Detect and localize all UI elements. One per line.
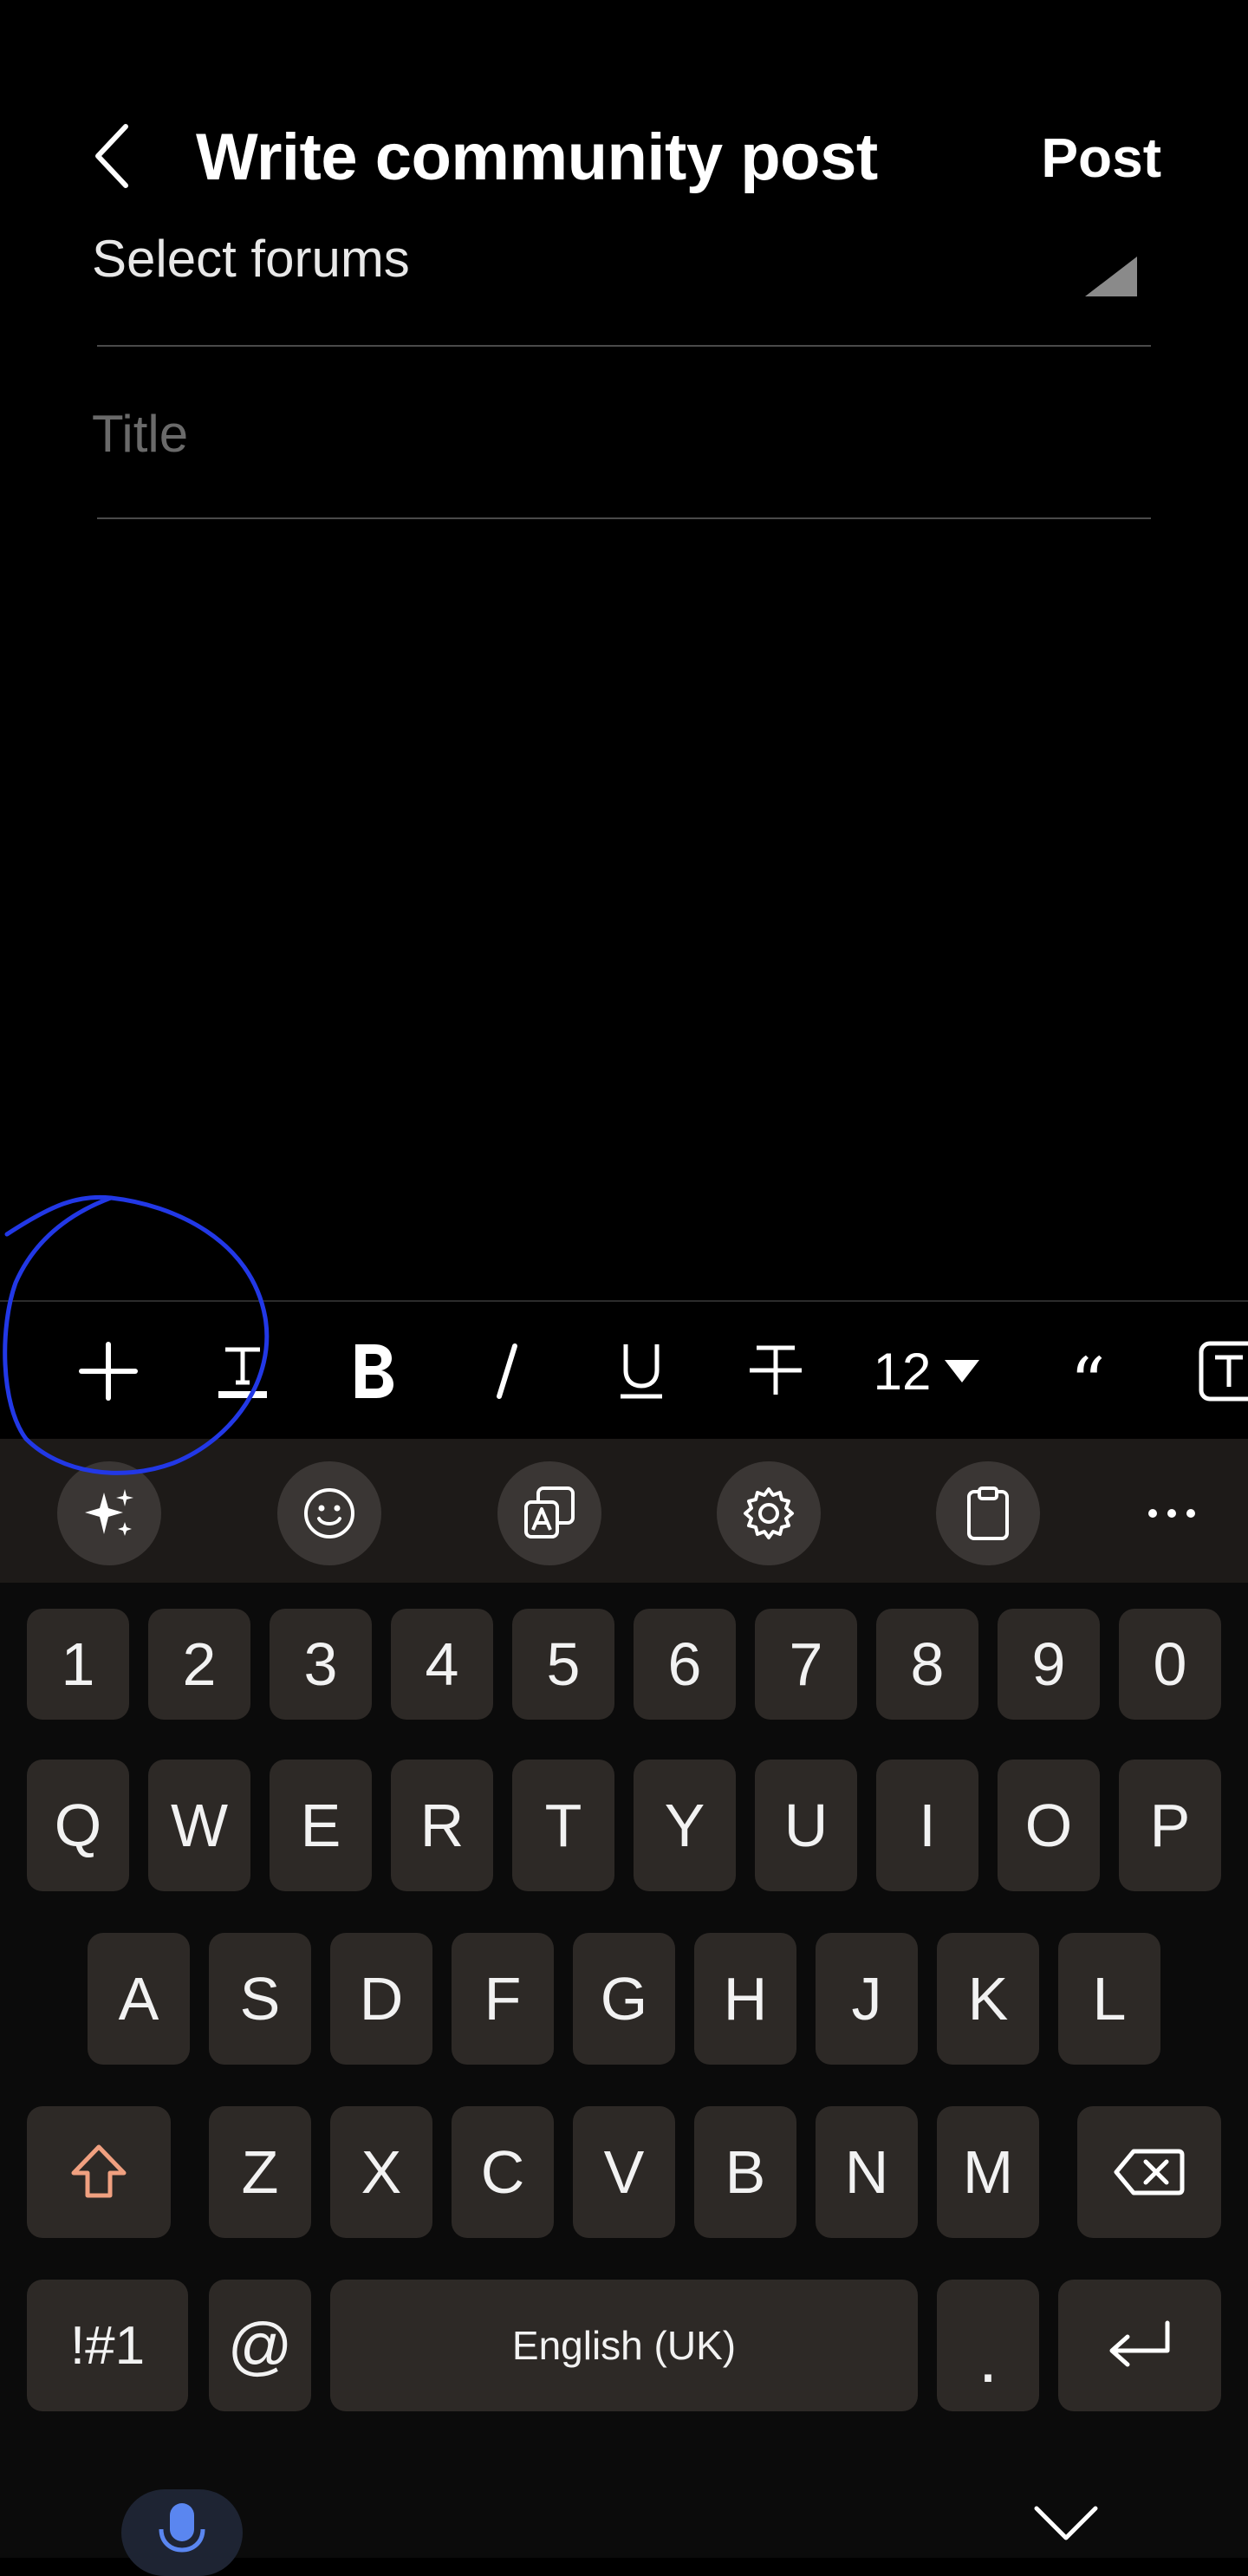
shift-key[interactable]	[27, 2106, 171, 2238]
key-l[interactable]: L	[1058, 1933, 1160, 2065]
period-key[interactable]: .	[937, 2280, 1039, 2411]
key-g[interactable]: G	[573, 1933, 675, 2065]
text-style-button[interactable]	[199, 1302, 286, 1441]
key-h[interactable]: H	[694, 1933, 796, 2065]
key-7[interactable]: 7	[755, 1609, 857, 1720]
key-6[interactable]: 6	[634, 1609, 736, 1720]
key-1[interactable]: 1	[27, 1609, 129, 1720]
key-r[interactable]: R	[391, 1760, 493, 1891]
key-v[interactable]: V	[573, 2106, 675, 2238]
key-m[interactable]: M	[937, 2106, 1039, 2238]
key-f[interactable]: F	[452, 1933, 554, 2065]
post-body-editor[interactable]	[0, 522, 1248, 1300]
translate-button[interactable]	[497, 1461, 601, 1565]
hide-keyboard-button[interactable]	[1031, 2496, 1101, 2548]
voice-input-button[interactable]	[121, 2489, 243, 2576]
at-key[interactable]: @	[209, 2280, 311, 2411]
key-d[interactable]: D	[330, 1933, 432, 2065]
key-w[interactable]: W	[148, 1760, 250, 1891]
more-options-button[interactable]	[1120, 1461, 1224, 1565]
enter-icon	[1109, 2320, 1170, 2367]
format-toolbar: 12 “	[0, 1300, 1248, 1441]
key-2[interactable]: 2	[148, 1609, 250, 1720]
divider	[97, 345, 1151, 347]
key-k[interactable]: K	[937, 1933, 1039, 2065]
underline-icon	[621, 1344, 662, 1399]
bold-button[interactable]	[329, 1302, 416, 1441]
title-input[interactable]	[92, 381, 1149, 485]
plus-icon	[79, 1342, 138, 1401]
key-u[interactable]: U	[755, 1760, 857, 1891]
forum-selector[interactable]: Select forums	[0, 205, 1248, 347]
key-q[interactable]: Q	[27, 1760, 129, 1891]
key-y[interactable]: Y	[634, 1760, 736, 1891]
quote-button[interactable]: “	[1044, 1302, 1131, 1441]
post-button[interactable]: Post	[997, 114, 1161, 201]
sparkle-icon	[85, 1489, 133, 1536]
text-box-icon	[1199, 1341, 1248, 1402]
add-button[interactable]	[61, 1302, 156, 1441]
key-p[interactable]: P	[1119, 1760, 1221, 1891]
key-j[interactable]: J	[816, 1933, 918, 2065]
strikethrough-icon	[750, 1345, 802, 1395]
key-i[interactable]: I	[876, 1760, 978, 1891]
font-size-value: 12	[873, 1342, 932, 1401]
keyboard: 1 2 3 4 5 6 7 8 9 0 Q W E R T Y U I O P …	[0, 1439, 1248, 2558]
key-8[interactable]: 8	[876, 1609, 978, 1720]
more-icon	[1148, 1509, 1195, 1518]
quote-icon: “	[1069, 1342, 1106, 1423]
smiley-icon	[304, 1488, 354, 1538]
key-e[interactable]: E	[270, 1760, 372, 1891]
key-5[interactable]: 5	[512, 1609, 614, 1720]
dropdown-arrow-icon	[1085, 257, 1137, 296]
ai-tools-button[interactable]	[57, 1461, 161, 1565]
key-n[interactable]: N	[816, 2106, 918, 2238]
microphone-icon	[159, 2503, 205, 2553]
backspace-key[interactable]	[1077, 2106, 1221, 2238]
forum-selector-label: Select forums	[92, 230, 410, 288]
key-a[interactable]: A	[88, 1933, 190, 2065]
key-9[interactable]: 9	[998, 1609, 1100, 1720]
keyboard-toolbar	[0, 1439, 1248, 1583]
emoji-button[interactable]	[277, 1461, 381, 1565]
italic-button[interactable]	[464, 1302, 550, 1441]
space-key[interactable]: English (UK)	[330, 2280, 918, 2411]
key-0[interactable]: 0	[1119, 1609, 1221, 1720]
strikethrough-button[interactable]	[732, 1302, 819, 1441]
key-x[interactable]: X	[330, 2106, 432, 2238]
backspace-icon	[1114, 2149, 1185, 2195]
key-t[interactable]: T	[512, 1760, 614, 1891]
settings-button[interactable]	[717, 1461, 821, 1565]
italic-icon	[497, 1343, 517, 1399]
translate-icon	[524, 1486, 575, 1538]
divider	[97, 517, 1151, 519]
gear-icon	[744, 1487, 794, 1539]
clipboard-icon	[967, 1486, 1009, 1540]
underline-button[interactable]	[598, 1302, 685, 1441]
enter-key[interactable]	[1058, 2280, 1221, 2411]
key-4[interactable]: 4	[391, 1609, 493, 1720]
symbols-key[interactable]: !#1	[27, 2280, 188, 2411]
key-o[interactable]: O	[998, 1760, 1100, 1891]
key-c[interactable]: C	[452, 2106, 554, 2238]
key-3[interactable]: 3	[270, 1609, 372, 1720]
text-style-icon	[218, 1347, 267, 1398]
font-size-selector[interactable]: 12	[862, 1302, 992, 1441]
page-title: Write community post	[196, 120, 878, 194]
bold-icon	[355, 1344, 393, 1398]
caret-down-icon	[945, 1360, 980, 1382]
key-z[interactable]: Z	[209, 2106, 311, 2238]
back-button[interactable]	[78, 113, 147, 199]
shift-icon	[71, 2144, 127, 2198]
key-s[interactable]: S	[209, 1933, 311, 2065]
clipboard-button[interactable]	[936, 1461, 1040, 1565]
chevron-left-icon	[95, 124, 128, 188]
key-b[interactable]: B	[694, 2106, 796, 2238]
text-box-button[interactable]	[1186, 1302, 1248, 1441]
chevron-down-icon	[1034, 2506, 1098, 2540]
